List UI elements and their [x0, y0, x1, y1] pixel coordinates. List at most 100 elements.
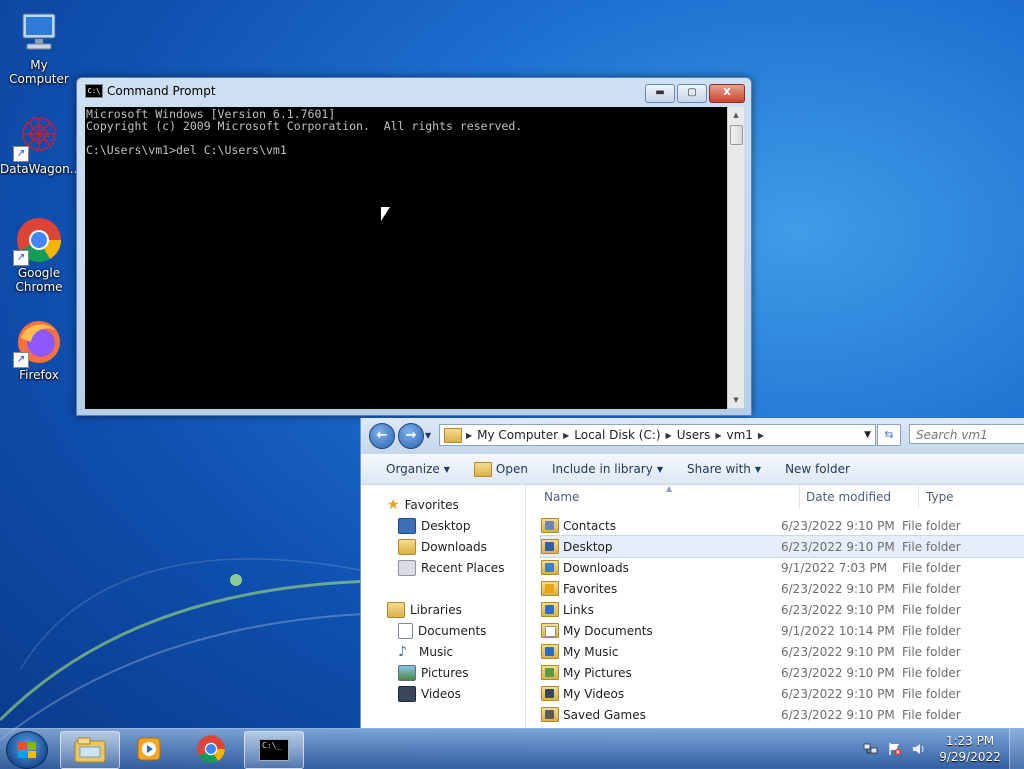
search-input[interactable]: Search vm1 [909, 424, 1024, 444]
file-type: File folder [902, 518, 961, 533]
file-type: File folder [902, 623, 961, 638]
show-desktop-button[interactable] [1009, 729, 1024, 769]
command-prompt-window[interactable]: C:\ Command Prompt ▬ ▢ X Microsoft Windo… [76, 77, 752, 416]
action-center-flag-icon[interactable] [887, 742, 903, 756]
console-line-prompt: C:\Users\vm1>del C:\Users\vm1 [86, 143, 287, 157]
chevron-right-icon[interactable]: ▶ [758, 431, 764, 440]
nav-desktop[interactable]: Desktop [398, 518, 471, 534]
music-folder-icon [541, 644, 559, 659]
nav-downloads[interactable]: Downloads [398, 539, 487, 555]
caret-down-icon: ▼ [754, 464, 762, 474]
nav-music[interactable]: ♪ Music [398, 644, 453, 660]
taskbar-explorer-button[interactable] [60, 731, 120, 769]
clock[interactable]: 1:23 PM 9/29/2022 [931, 733, 1009, 765]
nav-videos[interactable]: Videos [398, 686, 461, 702]
file-type: File folder [902, 560, 961, 575]
file-date: 6/23/2022 9:10 PM [781, 539, 895, 554]
forward-button[interactable]: → [398, 423, 424, 449]
file-list[interactable]: Name ▲ Date modified Type Contacts 6/23/… [526, 484, 1024, 728]
clock-time: 1:23 PM [945, 734, 995, 748]
documents-folder-icon [541, 623, 559, 638]
cmd-icon: C:\ [85, 84, 103, 98]
console-scrollbar[interactable]: ▲ ▼ [727, 107, 744, 408]
desktop-icon-datawagon[interactable]: ↗ DataWagon... [0, 112, 81, 176]
file-row-saved-games[interactable]: Saved Games 6/23/2022 9:10 PM File folde… [541, 704, 1024, 725]
file-row-links[interactable]: Links 6/23/2022 9:10 PM File folder [541, 599, 1024, 620]
explorer-window[interactable]: ← → ▼ ▶ My Computer ▶ Local Disk (C:) ▶ … [360, 418, 1024, 728]
minimize-button[interactable]: ▬ [645, 84, 675, 103]
cmd-icon: C:\_ [259, 739, 289, 761]
folder-icon [444, 427, 462, 443]
taskbar-media-player-button[interactable] [120, 731, 178, 767]
address-dropdown-icon[interactable]: ▼ [864, 430, 871, 440]
file-row-my-videos[interactable]: My Videos 6/23/2022 9:10 PM File folder [541, 683, 1024, 704]
file-row-my-documents[interactable]: My Documents 9/1/2022 10:14 PM File fold… [541, 620, 1024, 641]
breadcrumb-vm1[interactable]: vm1 [721, 428, 757, 442]
file-row-contacts[interactable]: Contacts 6/23/2022 9:10 PM File folder [541, 515, 1024, 536]
file-row-my-music[interactable]: My Music 6/23/2022 9:10 PM File folder [541, 641, 1024, 662]
computer-icon [15, 8, 63, 56]
file-row-downloads[interactable]: Downloads 9/1/2022 7:03 PM File folder [541, 557, 1024, 578]
desktop-icon [398, 518, 416, 534]
breadcrumb-local-disk[interactable]: Local Disk (C:) [569, 428, 665, 442]
share-with-button[interactable]: Share with ▼ [675, 462, 773, 476]
breadcrumb-my-computer[interactable]: My Computer [472, 428, 563, 442]
desktop-icon-firefox[interactable]: ↗ Firefox [0, 318, 78, 382]
open-button[interactable]: Open [462, 461, 540, 477]
nav-pictures[interactable]: Pictures [398, 665, 469, 681]
clock-date: 9/29/2022 [939, 750, 1001, 764]
contacts-folder-icon [541, 518, 559, 533]
include-in-library-button[interactable]: Include in library ▼ [540, 462, 675, 476]
taskbar: C:\_ 1:23 PM 9/29/2022 [0, 728, 1024, 769]
column-header-name[interactable]: Name ▲ [544, 484, 800, 509]
file-date: 6/23/2022 9:10 PM [781, 518, 895, 533]
new-folder-button[interactable]: New folder [773, 462, 862, 476]
nav-favorites[interactable]: ★ Favorites [387, 497, 459, 513]
file-row-favorites[interactable]: Favorites 6/23/2022 9:10 PM File folder [541, 578, 1024, 599]
scroll-down-icon[interactable]: ▼ [728, 392, 744, 408]
nav-recent-places[interactable]: Recent Places [398, 560, 504, 576]
organize-button[interactable]: Organize ▼ [361, 462, 462, 476]
file-type: File folder [902, 539, 961, 554]
file-name: Links [563, 602, 594, 617]
taskbar-cmd-button[interactable]: C:\_ [244, 731, 304, 769]
close-button[interactable]: X [709, 84, 745, 103]
scroll-up-icon[interactable]: ▲ [728, 107, 744, 123]
scroll-thumb[interactable] [730, 125, 743, 145]
recent-pages-dropdown-icon[interactable]: ▼ [425, 431, 431, 440]
navigation-pane[interactable]: ★ Favorites Desktop Downloads Recent Pla… [361, 485, 526, 728]
back-button[interactable]: ← [369, 423, 395, 449]
desktop-icon-google-chrome[interactable]: ↗ Google Chrome [0, 216, 78, 294]
column-header-date-modified[interactable]: Date modified [806, 485, 919, 509]
star-icon: ★ [387, 497, 400, 513]
refresh-button[interactable]: ⇆ [877, 424, 901, 446]
breadcrumb-users[interactable]: Users [672, 428, 716, 442]
maximize-button[interactable]: ▢ [677, 84, 707, 103]
start-button[interactable] [6, 731, 48, 769]
address-bar-area: ← → ▼ ▶ My Computer ▶ Local Disk (C:) ▶ … [361, 418, 1024, 454]
nav-label: Pictures [421, 666, 469, 680]
file-type: File folder [902, 707, 961, 722]
desktop-icon-my-computer[interactable]: My Computer [0, 8, 78, 86]
firefox-icon: ↗ [13, 318, 63, 368]
nav-documents[interactable]: Documents [398, 623, 486, 639]
file-date: 6/23/2022 9:10 PM [781, 707, 895, 722]
column-header-type[interactable]: Type [926, 485, 1024, 509]
nav-libraries[interactable]: Libraries [387, 602, 462, 618]
file-row-my-pictures[interactable]: My Pictures 6/23/2022 9:10 PM File folde… [541, 662, 1024, 683]
shortcut-arrow-icon: ↗ [13, 250, 29, 266]
file-row-desktop[interactable]: Desktop 6/23/2022 9:10 PM File folder [540, 535, 1024, 558]
media-player-icon [137, 737, 161, 761]
desktop-icon-label: My Computer [9, 58, 69, 86]
open-label: Open [495, 462, 528, 476]
desktop-folder-icon [541, 539, 559, 554]
address-bar[interactable]: ▶ My Computer ▶ Local Disk (C:) ▶ Users … [439, 424, 876, 446]
volume-icon[interactable] [911, 742, 927, 756]
open-folder-icon [473, 461, 492, 477]
taskbar-chrome-button[interactable] [182, 731, 240, 767]
downloads-folder-icon [541, 560, 559, 575]
file-date: 6/23/2022 9:10 PM [781, 644, 895, 659]
network-icon[interactable] [863, 742, 879, 756]
console-output[interactable]: Microsoft Windows [Version 6.1.7601] Copy… [85, 107, 727, 409]
recent-places-icon [398, 560, 416, 576]
